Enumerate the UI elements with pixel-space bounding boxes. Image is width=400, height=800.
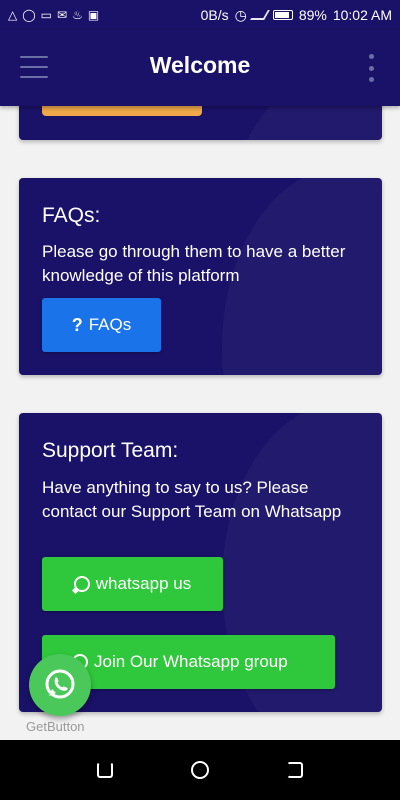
more-vert-icon[interactable] — [368, 54, 374, 82]
gallery-icon: ▣ — [87, 8, 100, 22]
whatsapp-icon — [73, 576, 90, 592]
battery-icon — [272, 10, 293, 20]
message-icon: ▭ — [40, 8, 53, 22]
support-description: Have anything to say to us? Please conta… — [42, 478, 342, 521]
battery-level: 89% — [298, 7, 327, 23]
whatsapp-notification-icon: ◯ — [22, 8, 36, 22]
faq-description: Please go through them to have a better … — [42, 242, 346, 285]
recents-icon[interactable] — [287, 762, 303, 778]
status-bar: △ ◯ ▭ ✉ ♨ ▣ 0B/s ◷ 89% 10:02 AM — [0, 0, 400, 30]
network-speed: 0B/s — [200, 7, 229, 23]
navigation-bar — [0, 740, 400, 800]
faq-button[interactable]: ? FAQs — [42, 298, 161, 352]
faq-button-label: FAQs — [88, 315, 132, 334]
join-group-label: Join Our Whatsapp group — [94, 652, 288, 671]
alarm-icon: ◷ — [234, 6, 247, 23]
whatsapp-icon — [45, 669, 75, 699]
warning-icon: △ — [8, 8, 18, 22]
notification-icons: △ ◯ ▭ ✉ ♨ ▣ — [8, 8, 99, 22]
whatsapp-floating-button[interactable] — [29, 654, 91, 716]
getbutton-caption: GetButton — [26, 719, 85, 734]
home-icon[interactable] — [191, 761, 209, 779]
question-icon: ? — [71, 314, 83, 335]
faq-heading: FAQs: — [42, 204, 101, 227]
whatsapp-us-label: whatsapp us — [95, 574, 192, 593]
clock: 10:02 AM — [332, 7, 392, 23]
fire-icon: ♨ — [72, 8, 83, 22]
back-icon[interactable] — [97, 762, 113, 778]
faq-card: FAQs: Please go through them to have a b… — [19, 178, 382, 375]
page-title: Welcome — [149, 52, 251, 78]
support-heading: Support Team: — [42, 439, 179, 462]
app-bar: Welcome — [0, 30, 400, 106]
whatsapp-us-button[interactable]: whatsapp us — [42, 557, 223, 611]
signal-icon — [249, 10, 270, 20]
gmail-icon: ✉ — [57, 8, 68, 22]
